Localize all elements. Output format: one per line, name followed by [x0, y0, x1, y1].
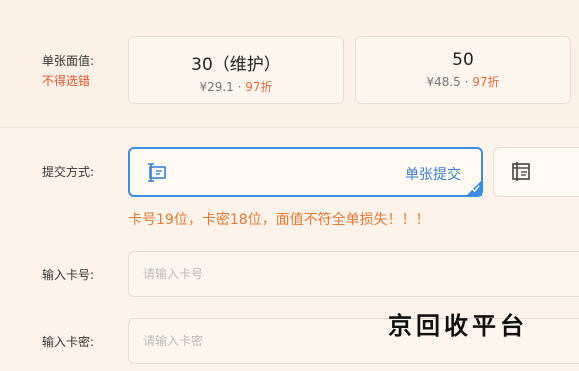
submit-method-single-label: 单张提交	[405, 167, 461, 183]
submit-method-batch[interactable]	[493, 147, 579, 197]
denomination-option-price-line: ¥48.5 · 97折	[426, 75, 500, 89]
submit-method-single[interactable]: 单张提交	[128, 147, 483, 197]
price-text: ¥48.5	[426, 75, 461, 89]
discount-text: 97折	[245, 80, 273, 94]
denomination-option-price-line: ¥29.1 · 97折	[199, 80, 273, 94]
denomination-label: 单张面值:	[42, 54, 95, 68]
denomination-option-title: 30（维护）	[191, 55, 281, 75]
checkmark-icon	[471, 185, 480, 193]
section-divider	[0, 127, 579, 128]
format-warning-message: 卡号19位，卡密18位，面值不符全单损失！！！	[128, 212, 430, 228]
denomination-option-50[interactable]: 50 ¥48.5 · 97折	[355, 36, 571, 104]
discount-text: 97折	[472, 75, 500, 89]
denomination-warning: 不得选错	[42, 74, 91, 88]
watermark-text: 京回收平台	[388, 311, 528, 340]
submit-method-label: 提交方式:	[42, 165, 95, 179]
card-number-input[interactable]	[128, 251, 579, 297]
price-text: ¥29.1	[199, 80, 234, 94]
denomination-option-30[interactable]: 30（维护） ¥29.1 · 97折	[128, 36, 344, 104]
card-password-label: 输入卡密:	[42, 335, 95, 349]
denomination-option-title: 50	[452, 50, 474, 70]
card-number-label: 输入卡号:	[42, 268, 95, 282]
single-card-icon	[148, 163, 166, 182]
batch-card-icon	[512, 162, 530, 181]
